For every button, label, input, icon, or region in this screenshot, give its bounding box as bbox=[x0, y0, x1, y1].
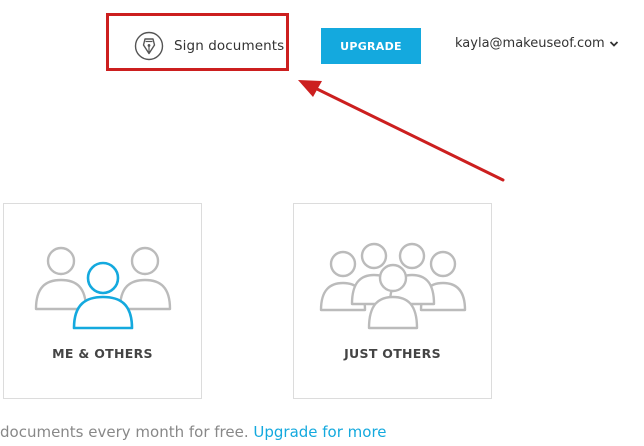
upgrade-for-more-link[interactable]: Upgrade for more bbox=[253, 423, 386, 441]
plan-limit-text: documents every month for free. bbox=[0, 423, 254, 441]
sign-documents-label: Sign documents bbox=[174, 38, 285, 54]
option-label: JUST OTHERS bbox=[344, 346, 441, 361]
sign-documents-link[interactable]: Sign documents bbox=[134, 31, 284, 61]
option-me-and-others[interactable]: ME & OTHERS bbox=[3, 203, 202, 399]
pen-nib-icon bbox=[134, 31, 164, 61]
people-group-highlighted-icon bbox=[34, 246, 172, 330]
chevron-down-icon bbox=[609, 40, 618, 47]
upgrade-button[interactable]: UPGRADE bbox=[321, 28, 421, 64]
account-menu[interactable]: kayla@makeuseof.com bbox=[455, 36, 619, 51]
account-email: kayla@makeuseof.com bbox=[455, 36, 605, 51]
option-just-others[interactable]: JUST OTHERS bbox=[293, 203, 492, 399]
option-label: ME & OTHERS bbox=[52, 346, 153, 361]
top-header: Sign documents UPGRADE kayla@makeuseof.c… bbox=[0, 0, 644, 90]
plan-limit-notice: documents every month for free. Upgrade … bbox=[0, 423, 387, 441]
people-group-icon bbox=[319, 242, 467, 330]
